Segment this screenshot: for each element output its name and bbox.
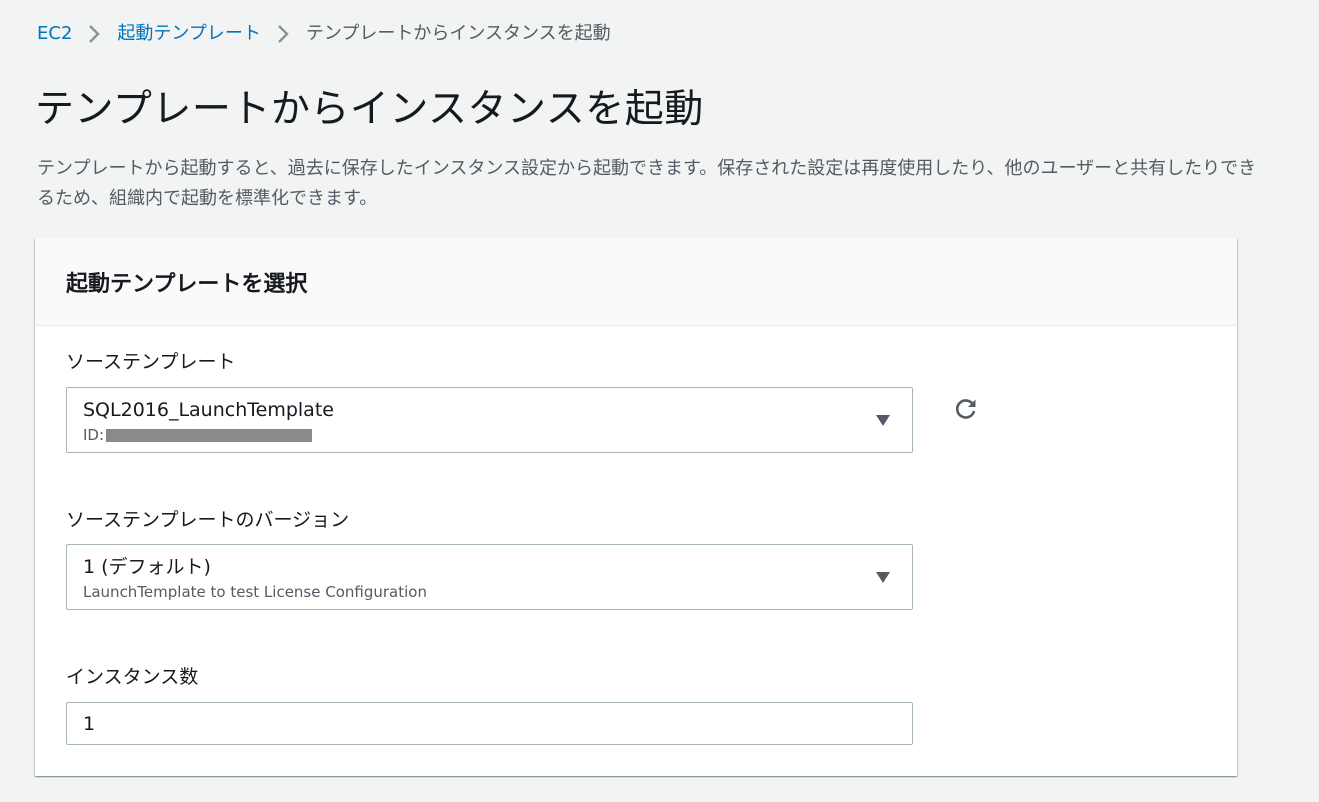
breadcrumb-launch-templates-link[interactable]: 起動テンプレート bbox=[117, 22, 260, 46]
redacted-id-block bbox=[106, 428, 313, 442]
launch-template-panel: 起動テンプレートを選択 ソーステンプレート SQL2016_LaunchTemp… bbox=[35, 238, 1237, 776]
breadcrumb-current: テンプレートからインスタンスを起動 bbox=[305, 23, 611, 44]
source-version-select[interactable]: 1 (デフォルト) LaunchTemplate to test License… bbox=[66, 544, 913, 610]
instance-count-input[interactable] bbox=[66, 702, 913, 745]
page-title: テンプレートからインスタンスを起動 bbox=[35, 87, 704, 132]
panel-title: 起動テンプレートを選択 bbox=[66, 271, 308, 297]
source-template-id-prefix: ID: bbox=[83, 426, 105, 444]
breadcrumb-ec2-link[interactable]: EC2 bbox=[37, 22, 72, 46]
source-template-id: ID: bbox=[83, 425, 313, 445]
source-template-select[interactable]: SQL2016_LaunchTemplate ID: bbox=[66, 387, 913, 453]
source-template-value: SQL2016_LaunchTemplate bbox=[83, 399, 334, 421]
source-version-description: LaunchTemplate to test License Configura… bbox=[83, 583, 427, 601]
chevron-right-icon bbox=[84, 22, 104, 46]
chevron-right-icon bbox=[273, 22, 293, 46]
source-version-value: 1 (デフォルト) bbox=[83, 556, 211, 578]
panel-header: 起動テンプレートを選択 bbox=[35, 238, 1237, 326]
caret-down-icon bbox=[876, 572, 890, 583]
refresh-icon[interactable] bbox=[952, 395, 980, 423]
source-version-label: ソーステンプレートのバージョン bbox=[66, 509, 350, 531]
caret-down-icon bbox=[876, 415, 890, 426]
breadcrumb: EC2 起動テンプレート テンプレートからインスタンスを起動 bbox=[37, 22, 611, 46]
page-description: テンプレートから起動すると、過去に保存したインスタンス設定から起動できます。保存… bbox=[37, 158, 1257, 209]
instance-count-label: インスタンス数 bbox=[66, 666, 199, 688]
source-template-label: ソーステンプレート bbox=[66, 351, 236, 373]
